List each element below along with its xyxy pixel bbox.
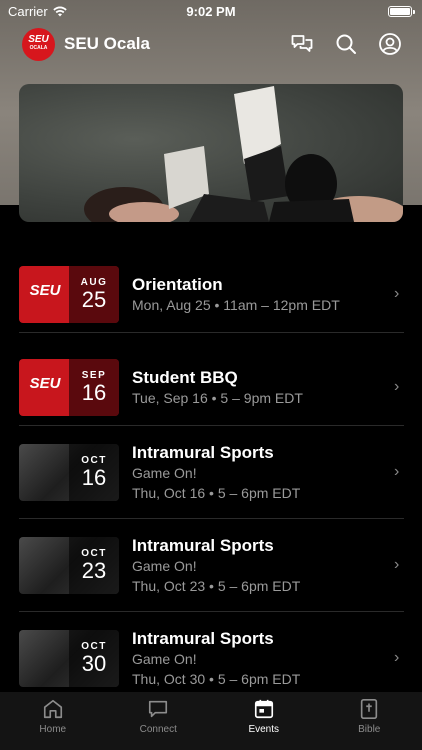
event-month: OCT <box>81 454 107 466</box>
date-tile: OCT 16 <box>69 443 119 501</box>
tab-bar: Home Connect Events Bible <box>0 692 422 750</box>
app-logo: SEU OCALA <box>22 27 55 61</box>
event-title: Intramural Sports <box>132 442 274 462</box>
date-tile: OCT 23 <box>69 536 119 594</box>
date-tile: SEP 16 <box>69 358 119 416</box>
divider <box>19 425 404 426</box>
logo-subtext: OCALA <box>29 45 48 51</box>
event-row[interactable]: SEU AUG 25 Orientation Mon, Aug 25 • 11a… <box>19 258 404 330</box>
event-row[interactable]: OCT 30 Intramural Sports Game On! Thu, O… <box>19 622 404 694</box>
tab-bible[interactable]: Bible <box>329 698 409 750</box>
event-details: Thu, Oct 30 • 5 – 6pm EDT <box>132 670 301 687</box>
event-month: AUG <box>80 276 108 288</box>
date-tile: OCT 30 <box>69 629 119 687</box>
event-details: Tue, Sep 16 • 5 – 9pm EDT <box>132 389 303 406</box>
calendar-icon <box>254 699 273 719</box>
app-title: SEU Ocala <box>64 34 150 53</box>
status-bar: Carrier 9:02 PM <box>0 0 422 22</box>
event-details: Thu, Oct 16 • 5 – 6pm EDT <box>132 484 301 501</box>
chevron-right-icon: › <box>394 378 400 395</box>
app-header: SEU OCALA SEU Ocala <box>0 25 422 63</box>
event-thumbnail: SEU SEP 16 <box>19 358 119 416</box>
event-details: Mon, Aug 25 • 11am – 12pm EDT <box>132 296 340 313</box>
event-row[interactable]: SEU SEP 16 Student BBQ Tue, Sep 16 • 5 –… <box>19 351 404 423</box>
battery-icon <box>388 5 415 17</box>
chevron-right-icon: › <box>394 649 400 666</box>
event-month: OCT <box>81 640 107 652</box>
date-tile: AUG 25 <box>69 265 119 323</box>
tab-connect[interactable]: Connect <box>118 698 198 750</box>
tab-label: Bible <box>358 724 381 735</box>
tab-label: Connect <box>139 724 177 735</box>
event-title: Intramural Sports <box>132 535 274 555</box>
profile-icon[interactable] <box>378 32 402 56</box>
event-day: 16 <box>81 464 107 490</box>
event-title: Orientation <box>132 274 223 294</box>
event-thumbnail: OCT 23 <box>19 536 119 594</box>
event-subtitle: Game On! <box>132 557 197 574</box>
event-thumbnail: OCT 16 <box>19 443 119 501</box>
event-details: Thu, Oct 23 • 5 – 6pm EDT <box>132 577 301 594</box>
logo-text: SEU <box>28 34 49 45</box>
tab-home[interactable]: Home <box>13 698 93 750</box>
event-row[interactable]: OCT 23 Intramural Sports Game On! Thu, O… <box>19 529 404 601</box>
divider <box>19 332 404 333</box>
messages-icon[interactable] <box>290 32 314 56</box>
event-month: OCT <box>81 547 107 559</box>
chevron-right-icon: › <box>394 556 400 573</box>
hero-image[interactable] <box>19 84 403 222</box>
event-day: 30 <box>81 650 107 676</box>
chat-icon <box>149 700 168 718</box>
event-title: Student BBQ <box>132 367 238 387</box>
event-day: 23 <box>81 557 107 583</box>
tab-label: Events <box>248 724 280 735</box>
tab-events[interactable]: Events <box>224 698 304 750</box>
event-thumbnail: OCT 30 <box>19 629 119 687</box>
tab-label: Home <box>39 724 67 735</box>
event-day: 25 <box>81 286 107 312</box>
sneakers-illustration <box>84 86 403 222</box>
event-subtitle: Game On! <box>132 650 197 667</box>
divider <box>19 611 404 612</box>
search-icon[interactable] <box>334 32 358 56</box>
event-row[interactable]: OCT 16 Intramural Sports Game On! Thu, O… <box>19 436 404 508</box>
chevron-right-icon: › <box>394 285 400 302</box>
home-icon <box>43 699 62 719</box>
bible-icon <box>361 699 378 719</box>
event-subtitle: Game On! <box>132 464 197 481</box>
event-thumbnail: SEU AUG 25 <box>19 265 119 323</box>
event-day: 16 <box>81 379 107 405</box>
chevron-right-icon: › <box>394 463 400 480</box>
carrier-label: Carrier <box>8 3 48 19</box>
wifi-icon <box>53 6 67 16</box>
seu-brand-mark: SEU <box>29 281 61 299</box>
divider <box>19 518 404 519</box>
event-month: SEP <box>81 369 107 381</box>
seu-brand-mark: SEU <box>29 374 61 392</box>
event-title: Intramural Sports <box>132 628 274 648</box>
